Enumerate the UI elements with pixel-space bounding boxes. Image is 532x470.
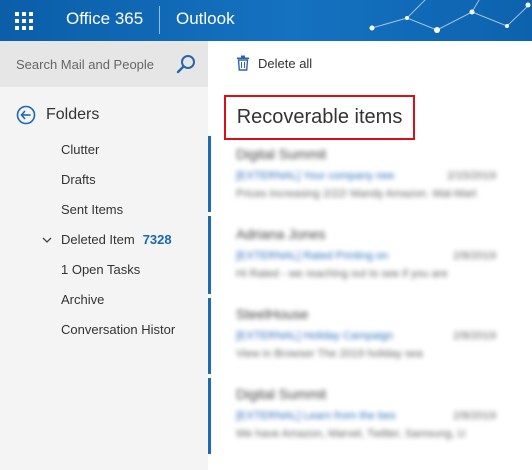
- app-launcher-button[interactable]: [0, 0, 47, 41]
- back-arrow-icon[interactable]: [16, 105, 36, 125]
- search-bar: [0, 41, 208, 87]
- folder-item-clutter[interactable]: Clutter: [61, 142, 99, 157]
- message-date: 2/8/2019: [453, 410, 496, 422]
- message-preview: View in Browser The 2019 holiday sea: [236, 348, 423, 360]
- message-list-item[interactable]: SteelHouse [EXTERNAL] Holiday Campaign 2/…: [236, 306, 496, 360]
- message-list-item[interactable]: Digital Summit [EXTERNAL] Your company n…: [236, 146, 496, 200]
- page-title-highlight: Recoverable items: [224, 95, 415, 140]
- message-preview: Hi Rated - we reaching out to see if you…: [236, 268, 448, 280]
- message-list-item[interactable]: Adriana Jones [EXTERNAL] Rated Printing …: [236, 226, 496, 280]
- folder-item-open-tasks[interactable]: 1 Open Tasks: [61, 262, 140, 277]
- message-date: 2/8/2019: [453, 250, 496, 262]
- message-subject: [EXTERNAL] Learn from the bes: [236, 410, 396, 422]
- unread-count-badge: 7328: [142, 232, 172, 247]
- waffle-icon: [14, 11, 33, 30]
- folder-pane: Folders Clutter Drafts Sent Items Delete…: [0, 41, 208, 470]
- message-sender: SteelHouse: [236, 306, 309, 322]
- message-preview: We have Amazon, Marvel, Twitter, Samsung…: [236, 428, 466, 440]
- delete-all-label: Delete all: [258, 55, 313, 71]
- chevron-down-icon[interactable]: [42, 235, 52, 245]
- message-preview: Prices increasing 2/22! Mandy Amazon. Wa…: [236, 188, 477, 200]
- app-name[interactable]: Outlook: [176, 9, 235, 29]
- message-subject: [EXTERNAL] Holiday Campaign: [236, 330, 394, 342]
- message-sender: Digital Summit: [236, 146, 327, 162]
- folder-item-deleted-items[interactable]: Deleted Item 7328: [61, 232, 172, 247]
- trash-icon: [237, 55, 249, 71]
- search-icon[interactable]: [176, 53, 198, 75]
- folder-item-drafts[interactable]: Drafts: [61, 172, 96, 187]
- search-input[interactable]: [12, 51, 180, 77]
- header-divider: [159, 6, 160, 34]
- folders-header[interactable]: Folders: [16, 105, 99, 125]
- top-bar: Office 365 Outlook: [0, 0, 532, 41]
- item-selection-bar: [208, 378, 211, 454]
- folder-item-archive[interactable]: Archive: [61, 292, 104, 307]
- folder-item-conversation-history[interactable]: Conversation Histor: [61, 322, 175, 337]
- message-subject: [EXTERNAL] Rated Printing on: [236, 250, 389, 262]
- header-decoration-network: [369, 0, 531, 33]
- delete-all-button[interactable]: Delete all: [236, 55, 312, 71]
- item-selection-bar: [208, 136, 211, 212]
- item-selection-bar: [208, 216, 211, 294]
- brand-label[interactable]: Office 365: [66, 9, 143, 29]
- message-date: 2/15/2019: [447, 170, 496, 182]
- message-list-item[interactable]: Digital Summit [EXTERNAL] Learn from the…: [236, 386, 496, 440]
- folders-heading: Folders: [46, 106, 100, 123]
- message-subject: [EXTERNAL] Your company nee: [236, 170, 395, 182]
- page-title: Recoverable items: [236, 106, 403, 128]
- item-selection-bar: [208, 298, 211, 374]
- folder-item-sent-items[interactable]: Sent Items: [61, 202, 123, 217]
- message-toolbar: Delete all: [208, 41, 532, 87]
- folder-item-label: Deleted Item: [61, 232, 135, 247]
- message-sender: Digital Summit: [236, 386, 327, 402]
- message-sender: Adriana Jones: [236, 226, 326, 242]
- message-date: 2/8/2019: [453, 330, 496, 342]
